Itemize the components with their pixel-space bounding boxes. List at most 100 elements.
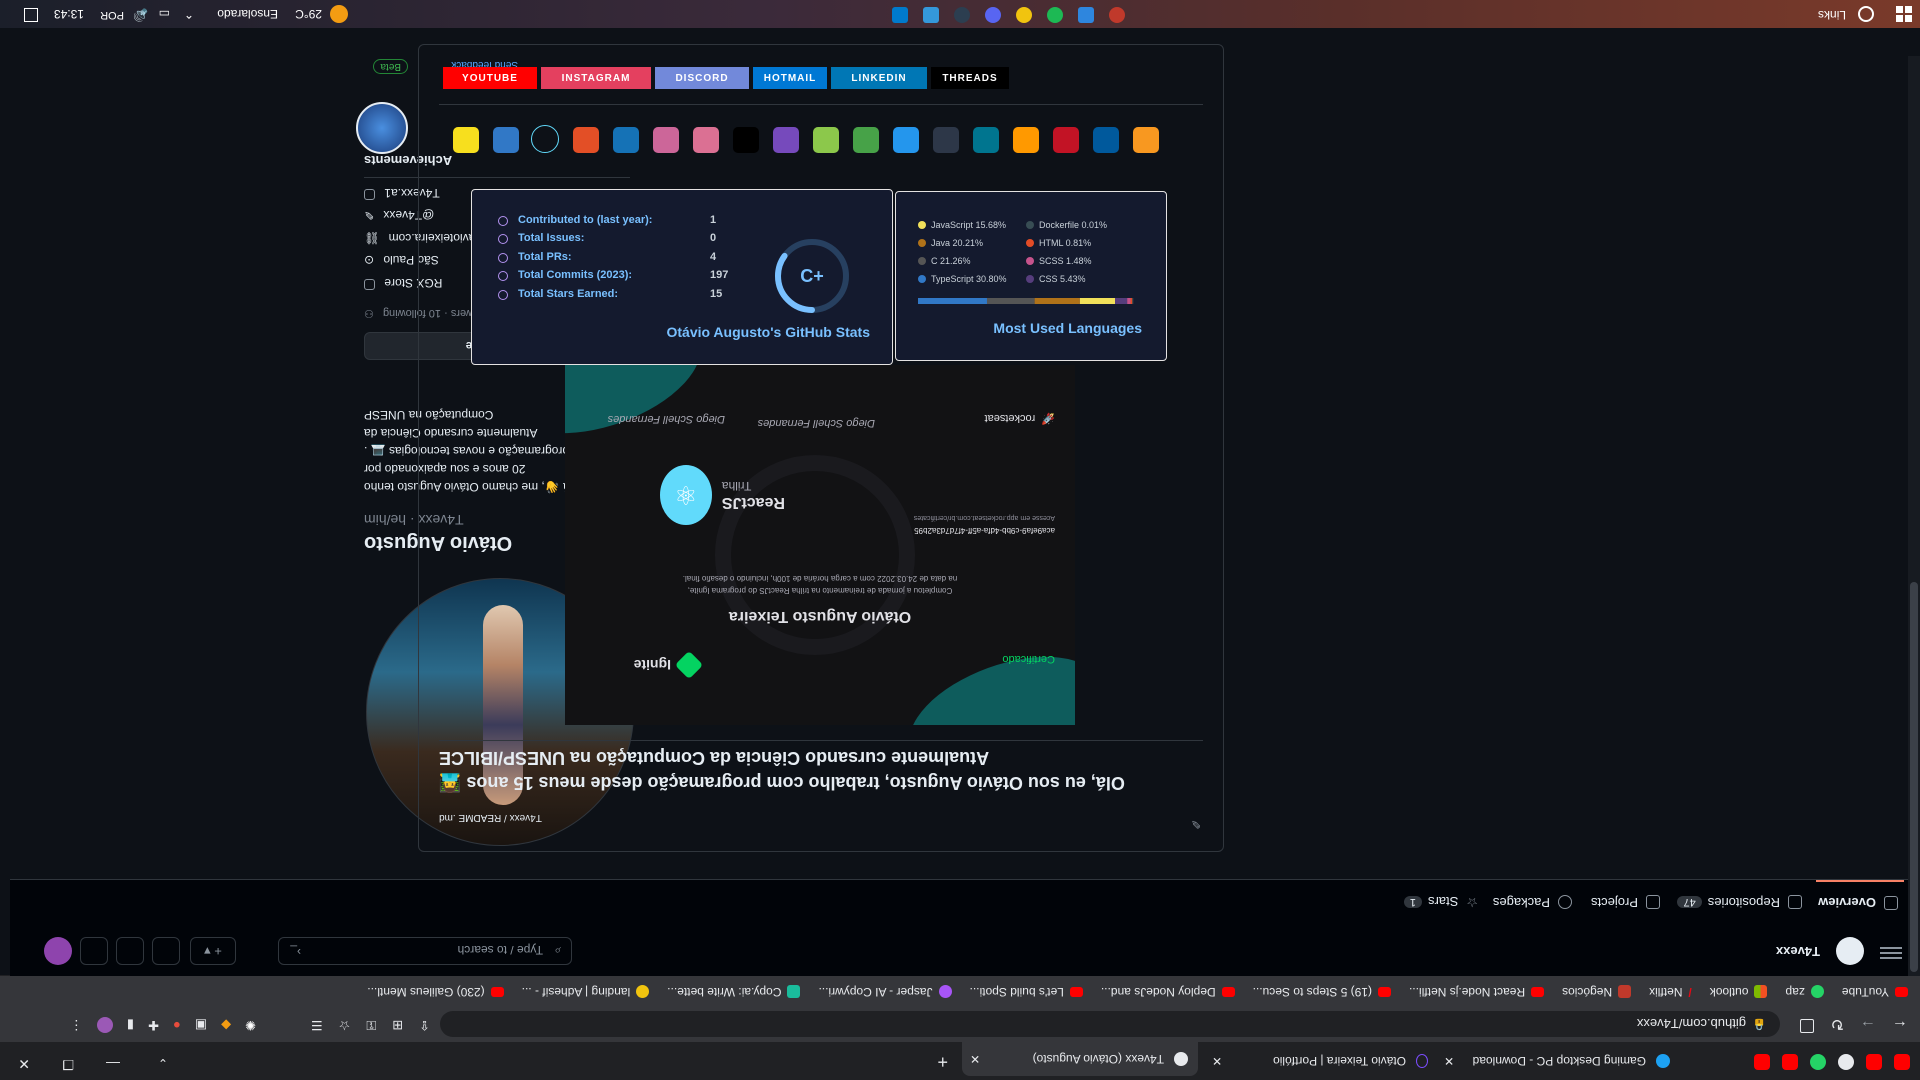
- vscode-icon[interactable]: [892, 7, 908, 23]
- extension-fox-icon[interactable]: ◆: [221, 1017, 231, 1033]
- share-icon[interactable]: ⇪: [419, 1017, 430, 1033]
- volume-icon[interactable]: 🔊: [133, 8, 148, 22]
- bookmark-galileus[interactable]: (230) Galileus Mentl...: [367, 985, 504, 999]
- social-button-linkedin[interactable]: LINKEDIN: [831, 67, 927, 89]
- whatsapp-icon[interactable]: [1810, 1054, 1826, 1070]
- sidebar-icon[interactable]: ▮: [127, 1017, 134, 1033]
- discord-icon[interactable]: [985, 7, 1001, 23]
- inbox-icon[interactable]: [80, 937, 108, 965]
- bookmark-copyai[interactable]: Copy.ai: Write bette...: [667, 985, 801, 999]
- reload-button[interactable]: ↻: [1831, 1014, 1844, 1034]
- social-button-youtube[interactable]: YOUTUBE: [443, 67, 537, 89]
- tab-search-icon[interactable]: ⌄: [158, 1056, 168, 1070]
- opera-icon[interactable]: [1109, 7, 1125, 23]
- bookmark-spotify[interactable]: Let's build Spoti...: [970, 985, 1083, 999]
- issues-icon[interactable]: [152, 937, 180, 965]
- tab-portfolio[interactable]: Otávio Teixeira | Portfólio ✕: [1206, 1046, 1428, 1076]
- bookmark-netflix[interactable]: / Netflix: [1649, 985, 1692, 999]
- bookmark-star-icon[interactable]: ☆: [339, 1017, 351, 1033]
- search-box[interactable]: ⌕ Type / to search ›_: [278, 937, 572, 965]
- bookmark-label: YouTube: [1841, 985, 1889, 999]
- steam-icon[interactable]: [954, 7, 970, 23]
- github-logo-icon[interactable]: [1836, 937, 1864, 965]
- chevron-up-icon[interactable]: ⌃: [184, 7, 194, 21]
- user-avatar[interactable]: [44, 937, 72, 965]
- tab-stars[interactable]: ☆ Stars 1: [1403, 894, 1478, 910]
- bookmark-outlook[interactable]: outlook: [1710, 985, 1768, 999]
- social-button-instagram[interactable]: INSTAGRAM: [541, 67, 651, 89]
- bookmark-deploy[interactable]: Deploy NodeJs and...: [1101, 985, 1235, 999]
- address-bar[interactable]: 🔒 github.com/T4vexx: [440, 1011, 1780, 1037]
- explorer-icon[interactable]: [1078, 7, 1094, 23]
- docker-icon: [893, 127, 919, 153]
- bookmark-negocios[interactable]: Negócios: [1562, 985, 1632, 999]
- language-indicator[interactable]: POR: [100, 9, 124, 21]
- bookmark-label: landing | Adhesif - ...: [521, 985, 631, 999]
- youtube-icon[interactable]: [1754, 1054, 1770, 1070]
- google-icon[interactable]: [1838, 1054, 1854, 1070]
- achievement-badge[interactable]: [356, 102, 408, 154]
- url-text[interactable]: github.com/T4vexx: [1637, 1016, 1746, 1031]
- social-button-hotmail[interactable]: HOTMAIL: [753, 67, 827, 89]
- forward-button[interactable]: →: [1860, 1016, 1876, 1034]
- cert-verify: Acesse em app.rocketseat.com.br/certific…: [913, 514, 1055, 521]
- social-button-threads[interactable]: THREADS: [931, 67, 1009, 89]
- terminal-icon[interactable]: [923, 7, 939, 23]
- lock-icon[interactable]: 🔒: [1752, 1018, 1766, 1031]
- bookmark-youtube[interactable]: YouTube: [1842, 985, 1908, 999]
- header-username[interactable]: T4vexx: [1776, 944, 1820, 959]
- language-bar-segment: [1034, 298, 1080, 304]
- hamburger-icon[interactable]: [1880, 942, 1902, 962]
- bookmark-zap[interactable]: zap: [1785, 985, 1824, 999]
- shield-icon[interactable]: [1800, 1019, 1814, 1033]
- minimize-button[interactable]: —: [106, 1056, 120, 1072]
- edit-pencil-icon[interactable]: ✎: [1191, 817, 1201, 831]
- tab-gaming-desktop[interactable]: Gaming Desktop PC - Download ✕: [1438, 1046, 1670, 1076]
- close-icon[interactable]: ✕: [970, 1052, 980, 1066]
- command-palette-icon[interactable]: ›_: [290, 945, 301, 959]
- scrollbar-track[interactable]: [1908, 56, 1920, 976]
- close-window-button[interactable]: ✕: [18, 1055, 30, 1072]
- youtube-icon[interactable]: [1866, 1054, 1882, 1070]
- scrollbar-thumb[interactable]: [1910, 582, 1918, 972]
- notifications-icon[interactable]: [24, 8, 38, 22]
- network-icon[interactable]: ▭: [159, 7, 170, 21]
- clock[interactable]: 13:43: [54, 7, 84, 21]
- key-icon[interactable]: ⚿: [366, 1017, 376, 1033]
- tab-favicon: [1416, 1054, 1428, 1068]
- search-icon[interactable]: [1858, 6, 1874, 22]
- bookmark-label: Copy.ai: Write bette...: [667, 985, 782, 999]
- new-tab-button[interactable]: +: [937, 1051, 948, 1072]
- extension-box-icon[interactable]: ▣: [195, 1017, 207, 1033]
- youtube-icon[interactable]: [1782, 1054, 1798, 1070]
- back-button[interactable]: ←: [1892, 1016, 1908, 1034]
- pull-requests-icon[interactable]: [116, 937, 144, 965]
- social-button-discord[interactable]: DISCORD: [655, 67, 749, 89]
- create-new-button[interactable]: + ▾: [190, 937, 236, 965]
- bookmark-react-netflix[interactable]: React Node.js Netfli...: [1409, 985, 1545, 999]
- restore-button[interactable]: ❐: [62, 1056, 74, 1072]
- close-icon[interactable]: ✕: [1212, 1054, 1222, 1068]
- bookmark-landing[interactable]: landing | Adhesif - ...: [522, 985, 650, 999]
- tab-overview[interactable]: Overview: [1816, 880, 1904, 926]
- translate-icon[interactable]: ⊞: [392, 1017, 403, 1033]
- extension-red-icon[interactable]: ●: [173, 1017, 181, 1033]
- chrome-icon[interactable]: [1016, 7, 1032, 23]
- reading-icon[interactable]: ☰: [311, 1017, 323, 1033]
- bookmark-steps[interactable]: (19) 5 Steps to Secu...: [1253, 985, 1392, 999]
- tab-repositories[interactable]: Repositories 47: [1677, 895, 1802, 910]
- extension-gear-icon[interactable]: ✺: [245, 1017, 256, 1033]
- close-icon[interactable]: ✕: [1444, 1054, 1454, 1068]
- tab-github-active[interactable]: T4vexx (Otávio Augusto) ✕: [962, 1042, 1198, 1076]
- links-label[interactable]: Links: [1818, 8, 1846, 22]
- youtube-icon[interactable]: [1894, 1054, 1910, 1070]
- tab-packages[interactable]: Packages: [1493, 895, 1572, 910]
- tab-projects[interactable]: Projects: [1591, 895, 1660, 910]
- language-dot: [1026, 221, 1034, 229]
- extensions-puzzle-icon[interactable]: ✚: [148, 1017, 159, 1033]
- spotify-icon[interactable]: [1047, 7, 1063, 23]
- bookmark-jasper[interactable]: Jasper - AI Copywri...: [818, 985, 952, 999]
- windows-start-icon[interactable]: [1896, 6, 1912, 22]
- profile-avatar[interactable]: [96, 1017, 113, 1033]
- menu-dots-icon[interactable]: ⋮: [70, 1017, 83, 1033]
